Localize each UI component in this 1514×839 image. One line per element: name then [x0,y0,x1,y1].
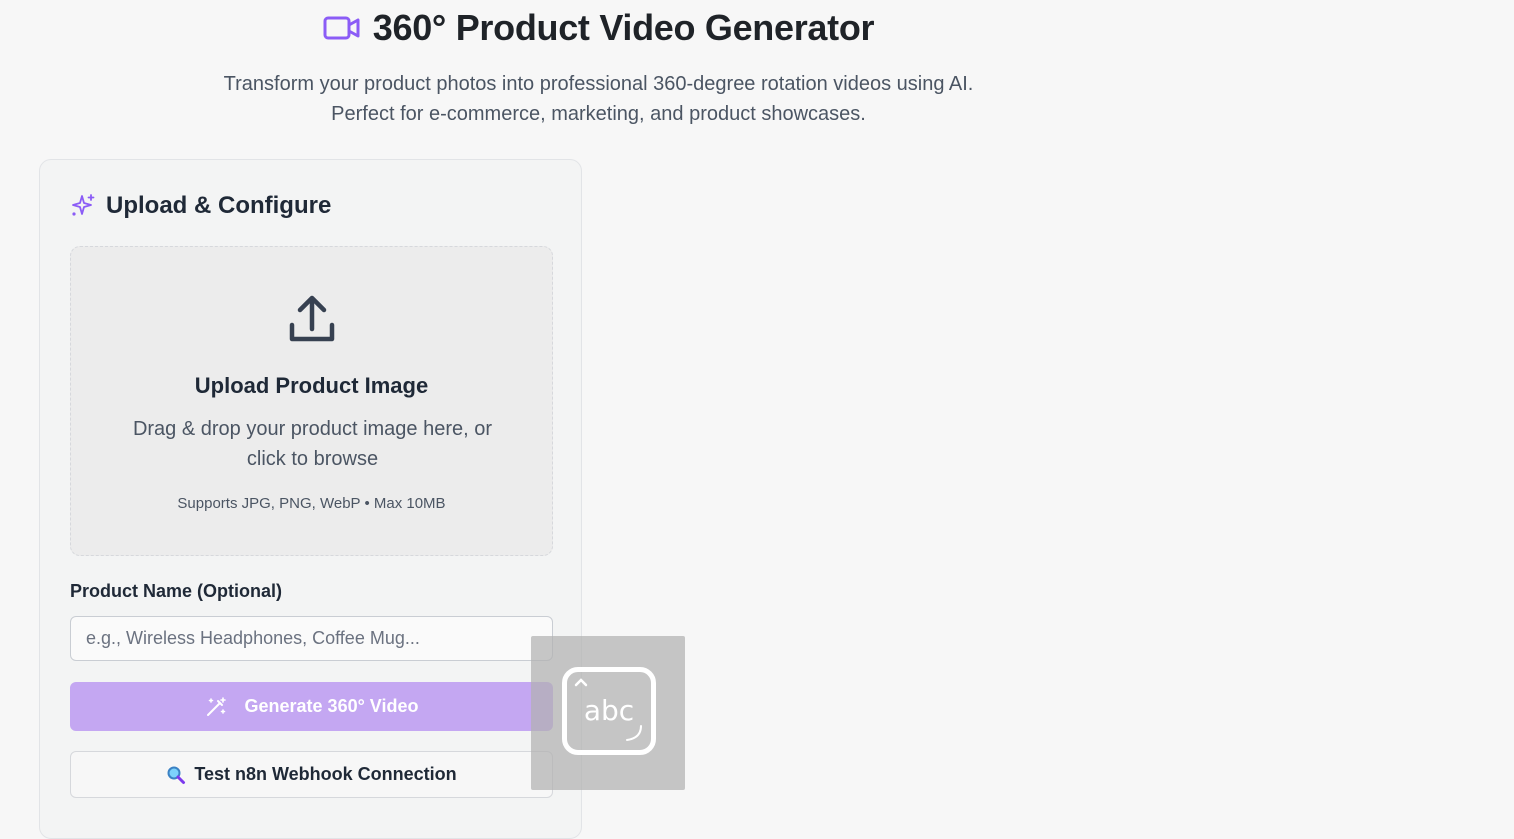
upload-configure-card: Upload & Configure Upload Product Image … [39,159,582,839]
image-dropzone[interactable]: Upload Product Image Drag & drop your pr… [70,246,553,556]
page-title: 360° Product Video Generator [372,7,875,48]
magnifying-glass-icon [167,766,186,784]
dropzone-title: Upload Product Image [194,373,429,398]
sparkles-icon [72,194,95,216]
text-input-indicator-icon: abc [562,667,656,755]
page-subtitle: Transform your product photos into profe… [0,69,1197,129]
caret-up-icon [574,678,588,687]
indicator-text: abc [583,694,635,727]
dropzone-file-requirements: Supports JPG, PNG, WebP • Max 10MB [177,495,446,512]
card-header: Upload & Configure [70,192,331,220]
video-camera-icon [323,16,360,40]
generate-video-button[interactable]: Generate 360° Video [70,682,553,731]
upload-icon [289,295,335,342]
dropzone-instructions: Drag & drop your product image here, or … [132,418,493,470]
test-webhook-button[interactable]: Test n8n Webhook Connection [70,751,553,798]
generate-video-label: Generate 360° Video [244,696,419,716]
subtitle-line-2: Perfect for e-commerce, marketing, and p… [331,103,866,125]
subtitle-line-1: Transform your product photos into profe… [223,73,974,95]
text-input-indicator-overlay: abc [531,636,685,790]
product-name-label: Product Name (Optional) [70,581,283,601]
card-title: Upload & Configure [106,192,332,219]
test-webhook-label: Test n8n Webhook Connection [194,764,457,784]
product-name-input[interactable] [70,616,553,661]
title-row: 360° Product Video Generator [0,6,1197,50]
magic-wand-icon [206,696,226,716]
smile-curve-icon [626,725,642,741]
